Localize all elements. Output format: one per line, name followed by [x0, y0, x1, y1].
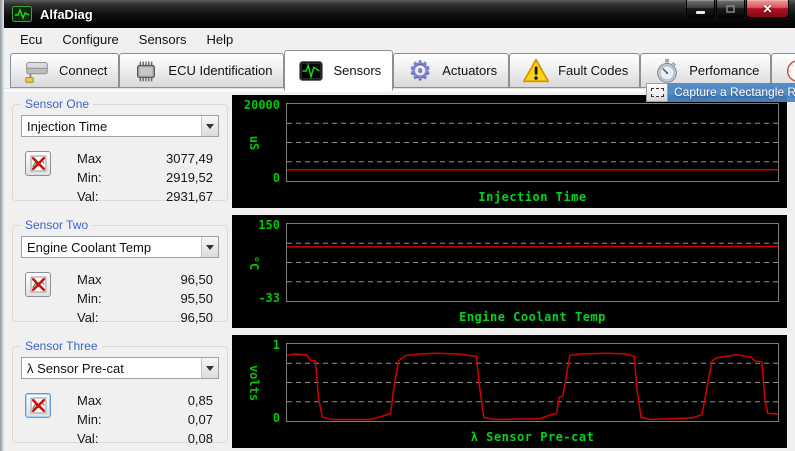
menu-item-ecu[interactable]: Ecu [10, 30, 52, 49]
gear-icon: ⚙ [408, 55, 432, 86]
capture-overlay: Capture a Rectangle Reg [646, 83, 795, 102]
dropdown-button[interactable] [201, 116, 218, 136]
chart-injection-time: 20000 uS 0 Injection Time [232, 95, 787, 208]
selected-sensor: λ Sensor Pre-cat [27, 360, 124, 376]
chevron-down-icon [206, 365, 214, 371]
clear-graph-button[interactable] [25, 272, 51, 297]
stopwatch-icon [652, 56, 682, 86]
selected-sensor: Engine Coolant Temp [27, 239, 152, 255]
clear-graph-button[interactable] [25, 393, 51, 418]
group-title: Sensor Three [21, 339, 102, 353]
title-bar[interactable]: AlfaDiag ✕ [4, 0, 795, 28]
warning-triangle-icon [521, 56, 551, 86]
capture-tooltip: Capture a Rectangle Reg [668, 83, 795, 102]
dropdown-button[interactable] [201, 358, 218, 378]
hardware-connector-icon [22, 56, 52, 86]
menu-item-configure[interactable]: Configure [52, 30, 128, 49]
dashed-rectangle-icon [650, 88, 664, 97]
sensor-one-select[interactable]: Injection Time [21, 115, 219, 137]
stat-row-val: Val: 96,50 [77, 310, 213, 325]
sensor-three-select[interactable]: λ Sensor Pre-cat [21, 357, 219, 379]
clear-chart-icon [30, 276, 46, 293]
stat-row-min: Min: 95,50 [77, 291, 213, 306]
sensor-stats: Max 96,50 Min: 95,50 Val: 96,50 [77, 270, 213, 327]
chart-title: λ Sensor Pre-cat [470, 430, 595, 444]
tab-label: Fault Codes [558, 63, 629, 78]
group-title: Sensor Two [21, 218, 93, 232]
tab-sensors[interactable]: Sensors [284, 50, 394, 91]
tab-fault-codes[interactable]: Fault Codes [509, 53, 641, 88]
menu-item-sensors[interactable]: Sensors [129, 30, 197, 49]
clear-chart-icon [30, 155, 46, 172]
maximize-icon [726, 4, 735, 13]
caption-buttons: ✕ [686, 0, 789, 18]
maximize-button[interactable] [716, 0, 745, 18]
chip-icon [131, 56, 161, 86]
clear-chart-icon [30, 397, 46, 414]
window-title: AlfaDiag [40, 6, 93, 22]
oscilloscope-icon [296, 56, 326, 86]
app-icon [12, 6, 32, 22]
y-axis-min-tick: -33 [258, 291, 280, 305]
tab-label: Connect [59, 63, 108, 78]
tab-actuators[interactable]: ⚙ Actuators [393, 53, 510, 88]
stat-row-min: Min: 0,07 [77, 412, 213, 427]
minimize-button[interactable] [686, 0, 715, 18]
sensor-two-select[interactable]: Engine Coolant Temp [21, 236, 219, 258]
close-button[interactable]: ✕ [746, 0, 789, 18]
tab-ecu-identification[interactable]: ECU Identification [119, 53, 285, 88]
y-axis-min-tick: 0 [272, 171, 280, 185]
menu-item-help[interactable]: Help [196, 30, 243, 49]
plot-area [286, 223, 779, 302]
minimize-icon [696, 10, 705, 14]
clear-graph-button[interactable] [25, 151, 51, 176]
plot-area [286, 343, 779, 422]
stat-row-max: Max 96,50 [77, 272, 213, 287]
stat-row-min: Min: 2919,52 [77, 170, 213, 185]
close-icon: ✕ [762, 1, 773, 16]
chart-title: Engine Coolant Temp [459, 310, 606, 324]
y-axis-min-tick: 0 [272, 411, 280, 425]
sensor-stats: Max 0,85 Min: 0,07 Val: 0,08 [77, 391, 213, 448]
chevron-down-icon [206, 244, 214, 250]
charts-column: 20000 uS 0 Injection Time 150 °C -33 Eng… [232, 95, 787, 451]
tab-label: Perfomance [689, 63, 760, 78]
alfadiag-window: AlfaDiag ✕ Ecu Configure Sensors Help Co… [0, 0, 795, 451]
chart-lambda-sensor-pre-cat: 1 volts 0 λ Sensor Pre-cat [232, 335, 787, 448]
sensor-three-group: Sensor Three λ Sensor Pre-cat Max 0,85 Mi… [12, 339, 228, 446]
group-title: Sensor One [21, 97, 94, 111]
stat-row-val: Val: 2931,67 [77, 189, 213, 204]
sensor-stats: Max 3077,49 Min: 2919,52 Val: 2931,67 [77, 149, 213, 206]
gauge-icon [783, 56, 795, 86]
selected-sensor: Injection Time [27, 118, 108, 134]
stat-row-max: Max 0,85 [77, 393, 213, 408]
chart-title: Injection Time [478, 190, 587, 204]
sensor-two-group: Sensor Two Engine Coolant Temp Max 96,50 … [12, 218, 228, 325]
sensor-one-group: Sensor One Injection Time Max 3077,49 Min… [12, 97, 228, 204]
capture-rectangle-button[interactable] [646, 83, 668, 102]
tab-label: ECU Identification [168, 63, 273, 78]
stat-row-val: Val: 0,08 [77, 431, 213, 446]
plot-area [286, 103, 779, 182]
sensor-column: Sensor One Injection Time Max 3077,49 Min… [12, 97, 228, 451]
tab-label: Sensors [333, 63, 382, 78]
dropdown-button[interactable] [201, 237, 218, 257]
tab-label: Actuators [442, 63, 498, 78]
menu-bar: Ecu Configure Sensors Help [4, 28, 795, 50]
window-left-border [0, 0, 4, 451]
stat-row-max: Max 3077,49 [77, 151, 213, 166]
tab-connect[interactable]: Connect [10, 53, 120, 88]
chart-engine-coolant-temp: 150 °C -33 Engine Coolant Temp [232, 215, 787, 328]
chevron-down-icon [206, 123, 214, 129]
